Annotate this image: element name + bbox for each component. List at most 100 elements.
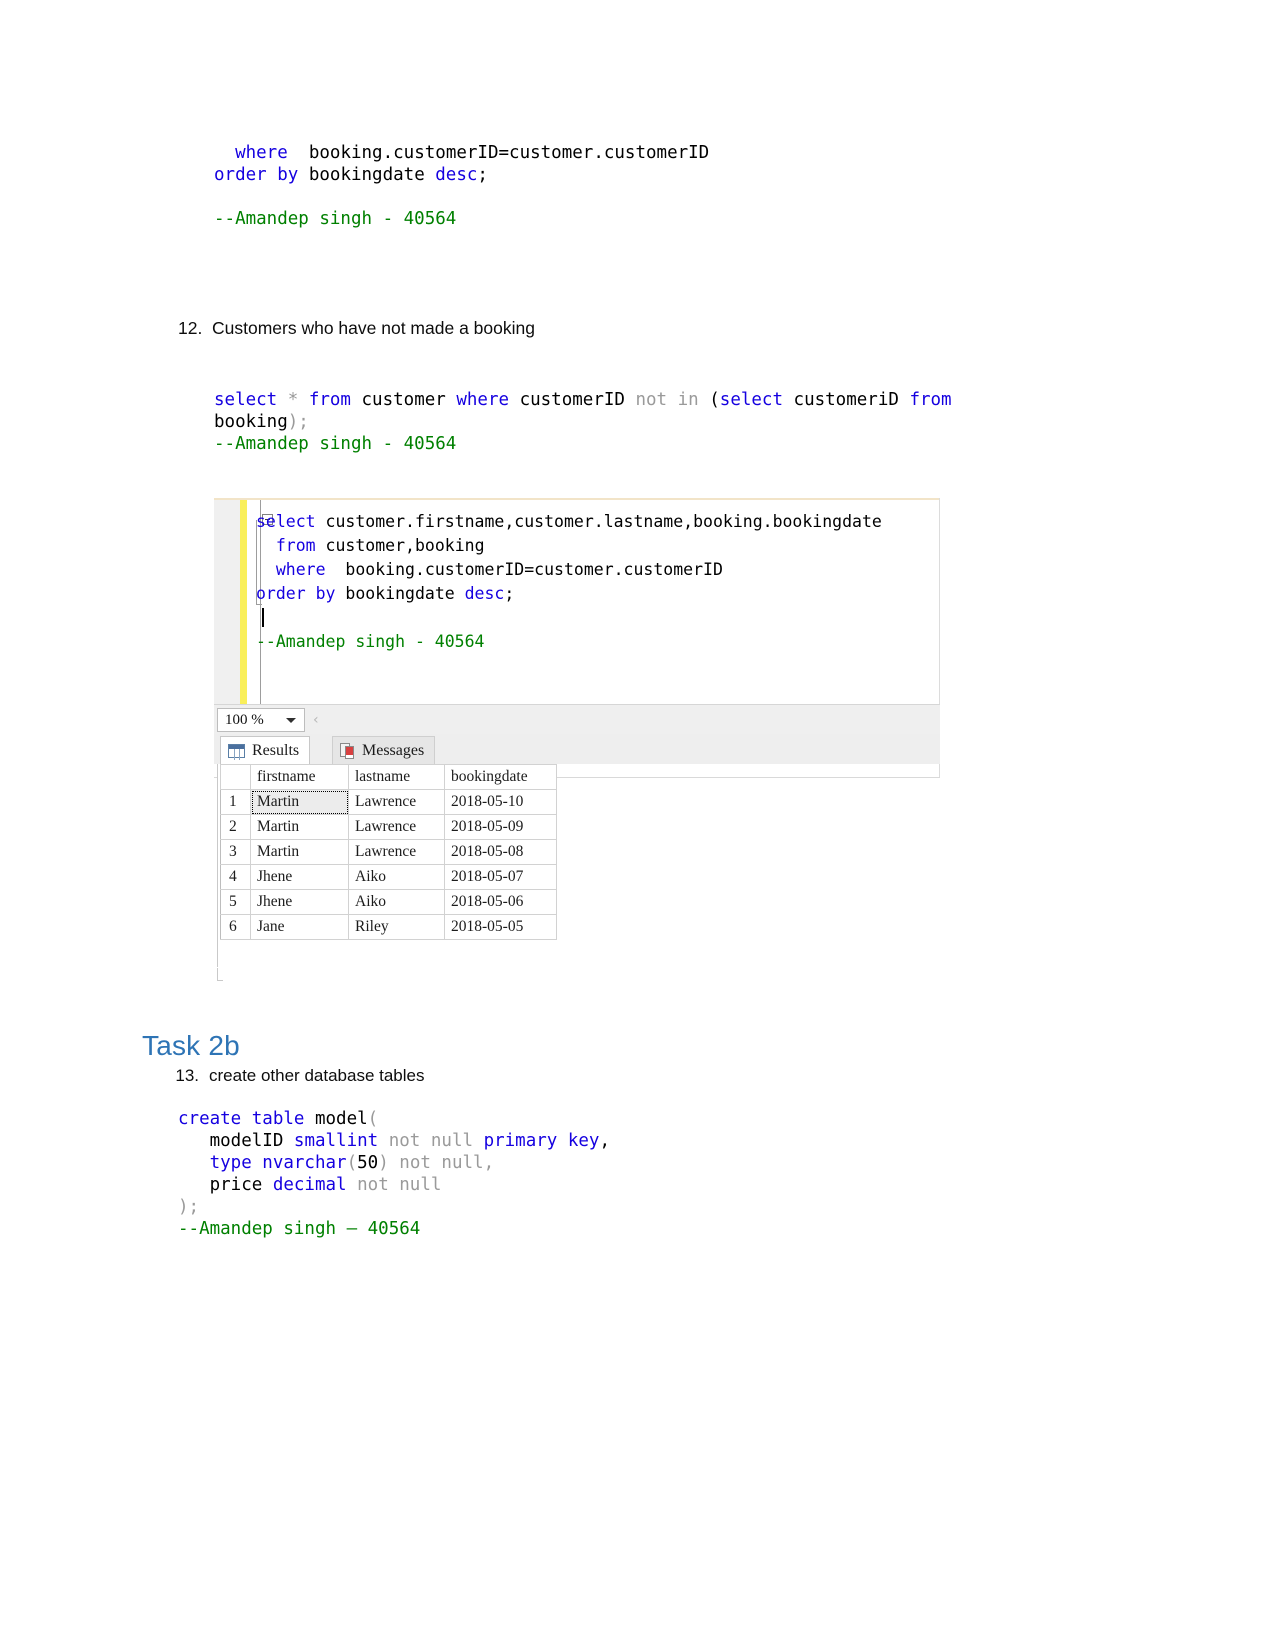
document-page: where booking.customerID=customer.custom… <box>0 0 1275 1650</box>
code-token: price <box>178 1175 273 1195</box>
table-row[interactable]: 5 Jhene Aiko 2018-05-06 <box>220 889 557 915</box>
table-row[interactable]: 6 Jane Riley 2018-05-05 <box>220 914 557 940</box>
code-token: from <box>909 390 952 410</box>
cell-firstname[interactable]: Jane <box>250 914 349 940</box>
code-line: ); <box>178 1196 978 1218</box>
cell-bookingdate[interactable]: 2018-05-10 <box>444 789 557 815</box>
code-token: ( <box>346 1153 358 1173</box>
code-token: order by <box>214 165 299 185</box>
row-number-cell[interactable]: 5 <box>220 889 251 915</box>
cell-lastname[interactable]: Lawrence <box>348 814 445 840</box>
code-line: booking); <box>214 411 1014 433</box>
code-token: from <box>308 390 351 410</box>
column-header-lastname[interactable]: lastname <box>348 764 445 790</box>
cell-firstname[interactable]: Jhene <box>250 864 349 890</box>
code-token: ); <box>287 412 309 432</box>
code-token: --Amandep singh – 40564 <box>178 1219 421 1239</box>
results-grid[interactable]: firstname lastname bookingdate 1 Martin La… <box>220 764 557 940</box>
results-grid-icon <box>228 743 245 758</box>
list-item-12: 12. Customers who have not made a bookin… <box>178 318 535 339</box>
code-token: ( <box>709 390 720 410</box>
cell-firstname[interactable]: Jhene <box>250 889 349 915</box>
cell-firstname[interactable]: Martin <box>250 814 349 840</box>
editor-code-token: order by <box>256 584 336 603</box>
cell-lastname[interactable]: Lawrence <box>348 839 445 865</box>
code-block-item-13: create table model( modelID smallint not… <box>178 1108 978 1240</box>
tab-results-label: Results <box>252 741 300 759</box>
editor-code-line: from customer,booking <box>256 534 882 558</box>
cell-bookingdate[interactable]: 2018-05-09 <box>444 814 557 840</box>
page-heading-task-2b: Task 2b <box>142 1030 240 1061</box>
code-token: bookingdate <box>298 165 436 185</box>
editor-zoom-strip: 100 % ‹ <box>214 704 940 735</box>
code-token: * <box>277 390 309 410</box>
collapse-left-chevron-icon[interactable]: ‹ <box>313 712 319 728</box>
column-header-bookingdate[interactable]: bookingdate <box>444 764 557 790</box>
tab-results[interactable]: Results <box>220 736 311 764</box>
cell-bookingdate[interactable]: 2018-05-06 <box>444 889 557 915</box>
code-token: not null, <box>388 1153 495 1173</box>
code-line: --Amandep singh - 40564 <box>214 433 1014 455</box>
editor-code-line: --Amandep singh - 40564 <box>256 630 882 654</box>
cell-lastname[interactable]: Aiko <box>348 864 445 890</box>
results-grid-bottom-rail <box>217 968 223 981</box>
row-number-cell[interactable]: 4 <box>220 864 251 890</box>
chevron-down-icon <box>286 718 296 723</box>
list-item-13-number: 13. <box>175 1066 199 1085</box>
code-token: not null <box>378 1131 484 1151</box>
column-header-firstname[interactable]: firstname <box>250 764 349 790</box>
editor-code-token: customer,booking <box>315 536 485 555</box>
tab-messages[interactable]: Messages <box>332 736 436 764</box>
code-line: where booking.customerID=customer.custom… <box>214 142 1044 164</box>
results-tab-bar: Results Messages <box>214 734 940 764</box>
cell-firstname[interactable]: Martin <box>250 789 349 815</box>
row-number-cell[interactable]: 6 <box>220 914 251 940</box>
table-row[interactable]: 2 Martin Lawrence 2018-05-09 <box>220 814 557 840</box>
code-line: type nvarchar(50) not null, <box>178 1152 978 1174</box>
code-block-top: where booking.customerID=customer.custom… <box>214 142 1044 230</box>
grid-corner-cell[interactable] <box>220 764 251 790</box>
code-token: select <box>719 390 783 410</box>
tab-messages-label: Messages <box>362 741 425 759</box>
cell-bookingdate[interactable]: 2018-05-07 <box>444 864 557 890</box>
code-token: --Amandep singh - 40564 <box>214 209 457 229</box>
code-token: modelID <box>178 1131 294 1151</box>
code-token: type nvarchar <box>209 1153 347 1173</box>
code-block-item-12: select * from customer where customerID … <box>214 389 1014 455</box>
editor-code-token: where <box>275 560 326 579</box>
cell-lastname[interactable]: Lawrence <box>348 789 445 815</box>
table-row[interactable]: 1 Martin Lawrence 2018-05-10 <box>220 789 557 815</box>
editor-code-line: where booking.customerID=customer.custom… <box>256 558 882 582</box>
row-number-cell[interactable]: 2 <box>220 814 251 840</box>
cell-bookingdate[interactable]: 2018-05-08 <box>444 839 557 865</box>
cell-lastname[interactable]: Riley <box>348 914 445 940</box>
code-line: create table model( <box>178 1108 978 1130</box>
row-number-cell[interactable]: 3 <box>220 839 251 865</box>
code-token: , <box>599 1131 611 1151</box>
code-token: ; <box>477 165 488 185</box>
editor-code-token: customer.firstname,customer.lastname,boo… <box>315 512 882 531</box>
row-number-cell[interactable]: 1 <box>220 789 251 815</box>
messages-document-icon <box>340 742 355 759</box>
cell-bookingdate[interactable]: 2018-05-05 <box>444 914 557 940</box>
cell-firstname[interactable]: Martin <box>250 839 349 865</box>
code-token: where <box>235 143 288 163</box>
editor-code-line: order by bookingdate desc; <box>256 582 882 606</box>
editor-code-token <box>256 560 276 579</box>
table-row[interactable]: 4 Jhene Aiko 2018-05-07 <box>220 864 557 890</box>
code-token: ) <box>378 1153 389 1173</box>
code-line: price decimal not null <box>178 1174 978 1196</box>
zoom-level-dropdown[interactable]: 100 % <box>217 708 305 732</box>
code-token: primary key <box>483 1131 600 1151</box>
code-token: select <box>214 390 278 410</box>
sql-editor-code: select customer.firstname,customer.lastn… <box>256 510 882 654</box>
code-token: customerID=customer.customerID <box>393 143 710 163</box>
cell-lastname[interactable]: Aiko <box>348 889 445 915</box>
editor-code-line <box>256 606 882 630</box>
editor-code-token: bookingdate <box>335 584 465 603</box>
zoom-level-value: 100 % <box>225 711 264 728</box>
table-row[interactable]: 3 Martin Lawrence 2018-05-08 <box>220 839 557 865</box>
code-token: not null <box>346 1175 442 1195</box>
sql-editor-pane[interactable]: select customer.firstname,customer.lastn… <box>214 500 940 704</box>
